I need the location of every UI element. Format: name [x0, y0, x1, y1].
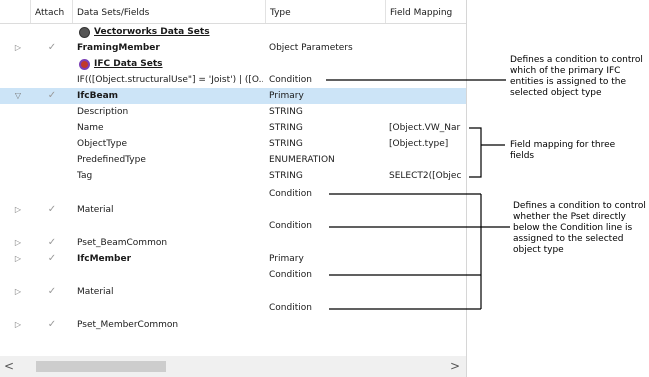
annotation-condition-primary: Defines a condition to control which of … — [510, 55, 643, 98]
annotation-field-mapping: Field mapping for three fields — [510, 140, 616, 161]
annotation-condition-pset: Defines a condition to control whether t… — [513, 201, 646, 255]
